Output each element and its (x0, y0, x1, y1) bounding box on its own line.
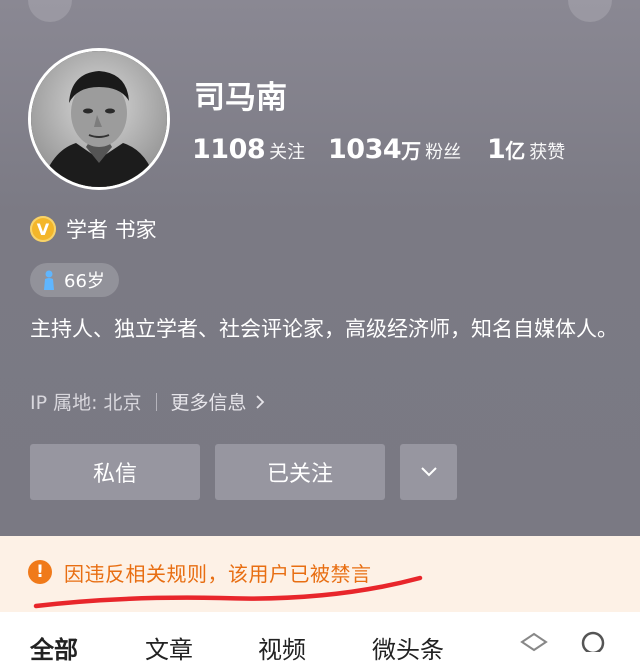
tab-micro-posts[interactable]: 微头条 (372, 630, 444, 665)
more-info-label: 更多信息 (170, 392, 247, 414)
red-underline-annotation (33, 575, 423, 609)
more-info-link[interactable]: 更多信息 (171, 388, 265, 415)
stat-likes-unit: 亿 (505, 139, 526, 163)
chevron-down-icon (420, 467, 437, 477)
gender-male-icon (44, 270, 54, 290)
search-icon[interactable] (580, 630, 606, 652)
message-button-label: 私信 (92, 462, 137, 487)
followed-button[interactable]: 已关注 (215, 444, 385, 500)
stat-followers-label: 粉丝 (425, 142, 462, 163)
avatar[interactable] (28, 48, 170, 190)
menu-button[interactable] (568, 0, 612, 22)
profile-header: 司马南 1108 关注 1034万 粉丝 1亿 获赞 V 学者 书家 66岁 主持人、… (0, 0, 640, 536)
filter-icon[interactable] (520, 632, 548, 652)
profile-meta: IP 属地: 北京 更多信息 (30, 388, 265, 415)
verification-row[interactable]: V 学者 书家 (30, 214, 157, 244)
tab-all[interactable]: 全部 (30, 630, 78, 665)
message-button[interactable]: 私信 (30, 444, 200, 500)
verification-text: 学者 书家 (66, 218, 157, 242)
verified-badge-icon: V (30, 216, 56, 242)
profile-bio: 主持人、独立学者、社会评论家，高级经济师，知名自媒体人。 (30, 317, 618, 341)
tab-videos[interactable]: 视频 (258, 630, 306, 665)
ip-location: IP 属地: 北京 (30, 392, 142, 414)
stat-followers[interactable]: 1034万 粉丝 (328, 134, 461, 165)
avatar-portrait (31, 51, 167, 187)
divider (155, 392, 157, 411)
stat-likes-label: 获赞 (529, 142, 566, 163)
stat-following-count: 1108 (192, 134, 266, 165)
stat-likes[interactable]: 1亿 获赞 (487, 134, 565, 165)
profile-name: 司马南 (194, 80, 287, 116)
stat-followers-count: 1034 (328, 134, 402, 165)
tab-articles[interactable]: 文章 (145, 630, 193, 665)
expand-button[interactable] (400, 444, 457, 500)
age-text: 66岁 (64, 271, 105, 292)
chevron-right-icon (255, 394, 264, 409)
stat-following-label: 关注 (269, 142, 306, 163)
stat-following[interactable]: 1108 关注 (192, 134, 305, 165)
back-button[interactable] (28, 0, 72, 22)
age-tag: 66岁 (30, 263, 119, 297)
stat-likes-count: 1 (487, 134, 506, 165)
followed-button-label: 已关注 (266, 462, 333, 487)
stat-followers-unit: 万 (401, 139, 422, 163)
